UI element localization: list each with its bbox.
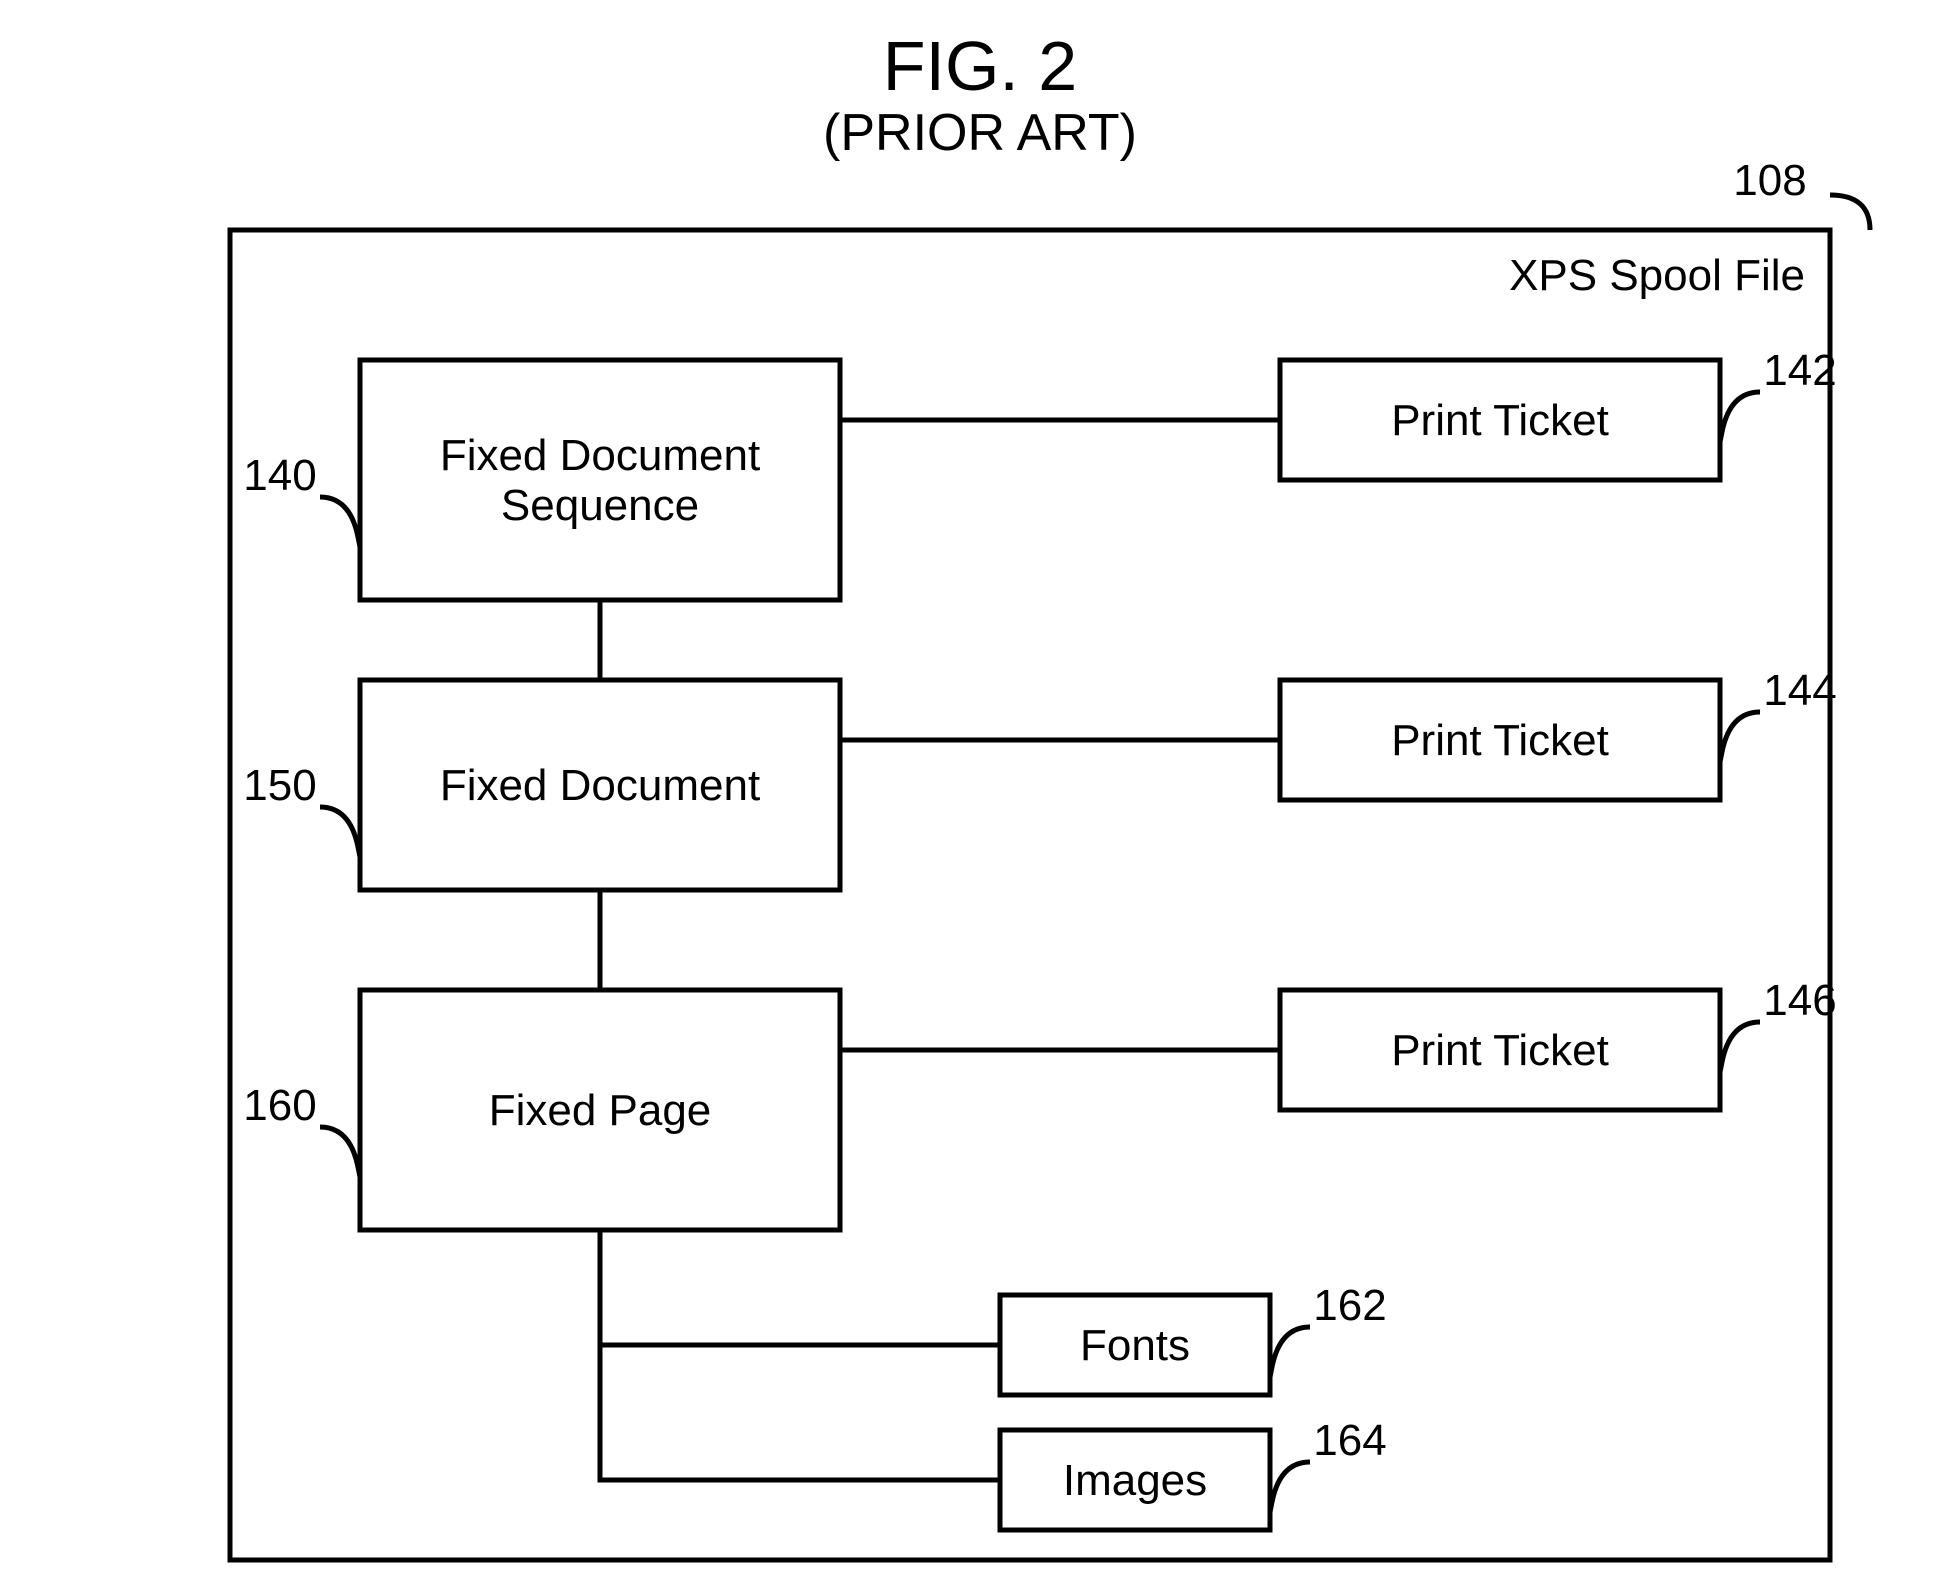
print-ticket-2-text: Print Ticket: [1391, 716, 1609, 765]
ref-144: 144: [1763, 666, 1836, 715]
fixed-document-text: Fixed Document: [440, 761, 760, 810]
ref-140: 140: [243, 451, 316, 500]
diagram-canvas: FIG. 2 (PRIOR ART) XPS Spool File 108 Fi…: [0, 0, 1960, 1589]
fixed-document-sequence-text-2: Sequence: [501, 481, 699, 530]
fixed-page-text: Fixed Page: [489, 1086, 712, 1135]
print-ticket-1-text: Print Ticket: [1391, 396, 1609, 445]
ref-108: 108: [1733, 156, 1806, 205]
ref-162: 162: [1313, 1281, 1386, 1330]
ref-150: 150: [243, 761, 316, 810]
ref-142: 142: [1763, 346, 1836, 395]
ref-160: 160: [243, 1081, 316, 1130]
fixed-document-sequence-text-1: Fixed Document: [440, 431, 760, 480]
figure-title-1: FIG. 2: [883, 27, 1077, 105]
fonts-text: Fonts: [1080, 1321, 1190, 1370]
figure-title-2: (PRIOR ART): [823, 104, 1137, 162]
ref-146: 146: [1763, 976, 1836, 1025]
xps-spool-file-label: XPS Spool File: [1509, 251, 1805, 300]
ref-164: 164: [1313, 1416, 1386, 1465]
print-ticket-3-text: Print Ticket: [1391, 1026, 1609, 1075]
lead-108: [1830, 195, 1870, 230]
images-text: Images: [1063, 1456, 1207, 1505]
fixed-document-sequence-box: [360, 360, 840, 600]
